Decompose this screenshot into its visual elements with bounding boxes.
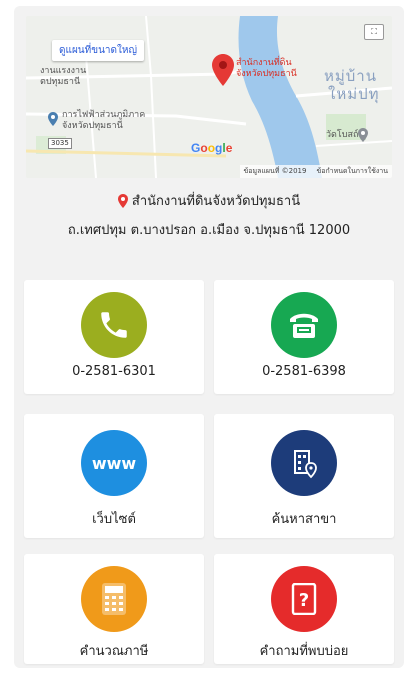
view-larger-map-link[interactable]: ดูแผนที่ขนาดใหญ่ xyxy=(52,40,145,61)
office-name: สำนักงานที่ดินจังหวัดปทุมธานี xyxy=(131,194,301,209)
office-title: สำนักงานที่ดินจังหวัดปทุมธานี xyxy=(14,190,404,211)
fax-icon xyxy=(271,292,337,358)
phone-icon xyxy=(81,292,147,358)
building-location-icon xyxy=(271,430,337,496)
tax-calculator-tile[interactable]: คำนวณภาษี xyxy=(24,554,204,664)
calculator-icon xyxy=(81,566,147,632)
fullscreen-icon[interactable]: ⛶ xyxy=(364,24,384,40)
poi-pin-icon xyxy=(358,128,368,142)
www-icon: www xyxy=(81,430,147,496)
phone-tile[interactable]: 0-2581-6301 xyxy=(24,280,204,394)
map-poi-label: การไฟฟ้าส่วนภูมิภาค xyxy=(62,110,146,120)
map-area-label: ใหม่ปทุ xyxy=(328,85,380,103)
website-label: เว็บไซต์ xyxy=(92,512,136,527)
map-area-label: หมู่บ้าน xyxy=(324,67,377,85)
tax-calculator-label: คำนวณภาษี xyxy=(79,644,149,659)
address-block: สำนักงานที่ดินจังหวัดปทุมธานี ถ.เทศปทุม … xyxy=(14,190,404,240)
map-footer: ข้อมูลแผนที่ ©2019 ข้อกำหนดในการใช้งาน xyxy=(239,165,392,178)
website-tile[interactable]: www เว็บไซต์ xyxy=(24,414,204,538)
location-pin-icon[interactable] xyxy=(212,54,234,86)
map-pin-label: สำนักงานที่ดิน xyxy=(236,58,292,68)
fax-tile[interactable]: 0-2581-6398 xyxy=(214,280,394,394)
office-address: ถ.เทศปทุม ต.บางปรอก อ.เมือง จ.ปทุมธานี 1… xyxy=(67,223,351,238)
map-label: ตปทุมธานี xyxy=(40,77,81,87)
faq-label: คำถามที่พบบ่อย xyxy=(259,644,349,659)
phone-number-label: 0-2581-6301 xyxy=(72,364,156,379)
contact-page: ดูแผนที่ขนาดใหญ่ ⛶ งานแรงงาน ตปทุมธานี ส… xyxy=(14,6,404,668)
find-branch-label: ค้นหาสาขา xyxy=(271,512,337,527)
map-pin-label: จังหวัดปทุมธานี xyxy=(236,69,297,79)
find-branch-tile[interactable]: ค้นหาสาขา xyxy=(214,414,394,538)
map-data-credit: ข้อมูลแผนที่ ©2019 xyxy=(243,167,307,175)
location-pin-icon xyxy=(117,193,128,208)
question-icon: ? xyxy=(271,566,337,632)
google-logo: Google xyxy=(191,141,233,155)
faq-tile[interactable]: ? คำถามที่พบบ่อย xyxy=(214,554,394,664)
svg-text:?: ? xyxy=(299,590,309,611)
map-poi-label: จังหวัดปทุมธานี xyxy=(62,121,123,131)
map-poi-label: วัดโบสถ์ xyxy=(326,130,359,140)
fax-number-label: 0-2581-6398 xyxy=(262,364,346,379)
embedded-map[interactable]: ดูแผนที่ขนาดใหญ่ ⛶ งานแรงงาน ตปทุมธานี ส… xyxy=(26,16,392,178)
map-terms-link[interactable]: ข้อกำหนดในการใช้งาน xyxy=(316,166,388,177)
map-label: งานแรงงาน xyxy=(40,66,87,76)
road-number-badge: 3035 xyxy=(48,138,72,149)
poi-pin-icon xyxy=(48,112,58,126)
